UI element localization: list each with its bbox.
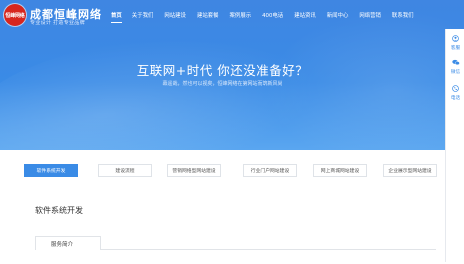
logo-badge[interactable]: 恒峰网络 xyxy=(4,4,26,26)
service-tabs: 软件系统开发 建设流程 营销网络型网站建设 行业门户网站建设 网上商城网站建设 … xyxy=(24,164,442,178)
sub-tab-label: 服务简介 xyxy=(51,242,74,248)
phone-icon xyxy=(446,85,464,94)
nav-item-400-phone[interactable]: 400电话 xyxy=(262,10,283,22)
side-item-label: 微信 xyxy=(450,70,461,75)
side-item-label: 客服 xyxy=(450,46,461,51)
hero-subtitle: 幕遥哉，然也可以视矣，恒峰网络在第网站而筑新风尚 xyxy=(162,81,283,87)
nav-item-build-news[interactable]: 建站资讯 xyxy=(294,10,316,22)
side-contact-panel: 客服 微信 电话 xyxy=(445,29,464,262)
side-item-phone[interactable]: 电话 xyxy=(446,85,464,101)
tab-marketing-website[interactable]: 营销网络型网站建设 xyxy=(167,164,221,177)
tab-portal-website[interactable]: 行业门户网站建设 xyxy=(243,164,297,177)
nav-item-about[interactable]: 关于我们 xyxy=(132,10,154,22)
divider xyxy=(100,249,436,250)
nav-item-home[interactable]: 首页 xyxy=(111,10,122,23)
hero-title: 互联网+时代 你还没准备好？ xyxy=(136,63,309,78)
nav-item-website-build[interactable]: 网站建设 xyxy=(164,10,186,22)
section-title: 软件系统开发 xyxy=(35,206,83,215)
nav-item-marketing[interactable]: 网络营销 xyxy=(359,10,381,22)
nav-item-packages[interactable]: 建站套餐 xyxy=(197,10,219,22)
wechat-icon xyxy=(446,59,464,68)
side-item-wechat[interactable]: 微信 xyxy=(446,59,464,75)
nav-item-cases[interactable]: 案例展示 xyxy=(230,10,252,22)
logo-text: 恒峰网络 xyxy=(5,12,25,19)
tab-software-development[interactable]: 软件系统开发 xyxy=(24,164,78,177)
brand-tagline: 专业设计 打造专业品牌 xyxy=(30,20,85,26)
tab-build-process[interactable]: 建设流程 xyxy=(98,164,152,177)
user-icon xyxy=(446,35,464,44)
tab-showcase-website[interactable]: 企业展示型网站建设 xyxy=(383,164,437,177)
tab-mall-website[interactable]: 网上商城网站建设 xyxy=(313,164,367,177)
nav-item-news-center[interactable]: 新闻中心 xyxy=(327,10,349,22)
side-item-label: 电话 xyxy=(450,96,461,101)
side-item-service[interactable]: 客服 xyxy=(446,35,464,51)
nav-item-contact[interactable]: 联系我们 xyxy=(392,10,414,22)
main-nav: 首页 关于我们 网站建设 建站套餐 案例展示 400电话 建站资讯 新闻中心 网… xyxy=(111,10,414,23)
